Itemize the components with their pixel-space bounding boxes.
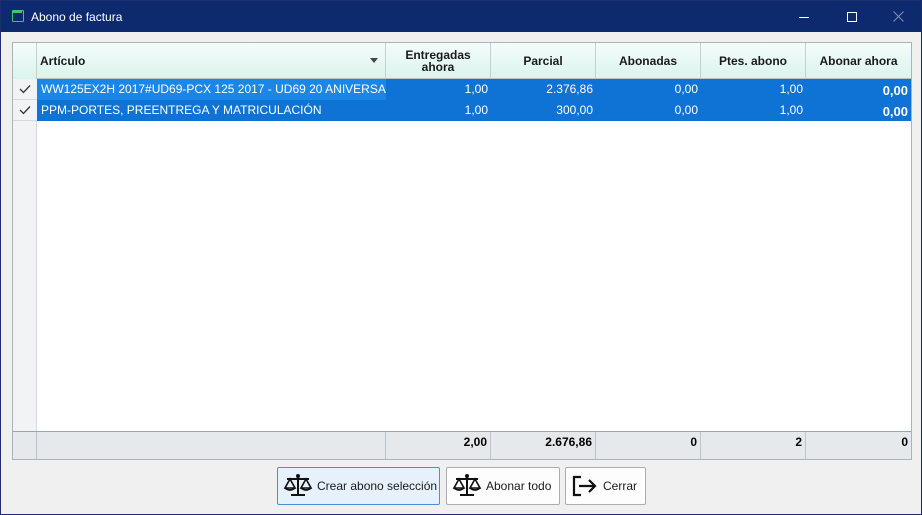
close-icon: [892, 11, 904, 22]
dialog-window: Abono de factura Artículo Entregadas aho…: [0, 0, 922, 515]
close-button[interactable]: [875, 1, 921, 32]
cell-entregadas[interactable]: 1,00: [386, 79, 491, 100]
crear-abono-seleccion-button[interactable]: Crear abono selección: [277, 467, 440, 505]
total-parcial: 2.676,86: [491, 432, 596, 459]
cell-ptes-abono[interactable]: 1,00: [701, 79, 806, 100]
col-header-articulo[interactable]: Artículo: [37, 43, 386, 79]
col-header-ptes-abono[interactable]: Ptes. abono: [701, 43, 806, 79]
total-articulo: [37, 432, 386, 459]
table-row[interactable]: WW125EX2H 2017#UD69-PCX 125 2017 - UD69 …: [13, 79, 911, 100]
total-ptes-abono: 2: [701, 432, 806, 459]
balance-scale-icon: [283, 474, 313, 496]
grid-totals-footer: 2,00 2.676,86 0 2 0: [13, 431, 911, 459]
total-abonadas: 0: [596, 432, 701, 459]
footer-corner: [13, 432, 37, 459]
col-header-entregadas[interactable]: Entregadas ahora: [386, 43, 491, 79]
balance-scale-icon: [452, 474, 482, 496]
col-header-parcial[interactable]: Parcial: [491, 43, 596, 79]
cell-parcial[interactable]: 2.376,86: [491, 79, 596, 100]
col-header-entregadas-line2: ahora: [421, 60, 455, 74]
cerrar-button[interactable]: Cerrar: [565, 467, 646, 505]
cell-abonar-ahora[interactable]: 0,00: [806, 100, 911, 121]
checkmark-icon: [19, 106, 31, 115]
title-bar[interactable]: Abono de factura: [1, 1, 921, 32]
col-header-abonadas[interactable]: Abonadas: [596, 43, 701, 79]
table-row[interactable]: PPM-PORTES, PREENTREGA Y MATRICULACIÓN 1…: [13, 100, 911, 121]
checkmark-icon: [19, 85, 31, 94]
cell-abonadas[interactable]: 0,00: [596, 79, 701, 100]
cell-entregadas[interactable]: 1,00: [386, 100, 491, 121]
col-header-abonar-ahora[interactable]: Abonar ahora: [806, 43, 911, 79]
row-check[interactable]: [13, 79, 37, 100]
cell-abonadas[interactable]: 0,00: [596, 100, 701, 121]
header-corner: [13, 43, 37, 79]
dropdown-arrow-icon[interactable]: [370, 58, 378, 63]
row-check[interactable]: [13, 100, 37, 121]
cell-ptes-abono[interactable]: 1,00: [701, 100, 806, 121]
minimize-button[interactable]: [781, 1, 827, 32]
crear-abono-seleccion-label: Crear abono selección: [317, 479, 438, 493]
abonar-todo-button[interactable]: Abonar todo: [446, 467, 560, 505]
invoice-lines-grid[interactable]: Artículo Entregadas ahora Parcial Abonad…: [12, 42, 912, 460]
window-app-icon: [12, 10, 24, 22]
cell-articulo[interactable]: WW125EX2H 2017#UD69-PCX 125 2017 - UD69 …: [37, 79, 386, 100]
abonar-todo-label: Abonar todo: [486, 479, 552, 493]
cerrar-label: Cerrar: [603, 479, 638, 493]
maximize-button[interactable]: [829, 1, 875, 32]
total-entregadas: 2,00: [386, 432, 491, 459]
window-title: Abono de factura: [31, 10, 123, 24]
minimize-icon: [799, 16, 809, 18]
cell-articulo[interactable]: PPM-PORTES, PREENTREGA Y MATRICULACIÓN: [37, 100, 386, 121]
cell-parcial[interactable]: 300,00: [491, 100, 596, 121]
maximize-icon: [847, 11, 857, 22]
cell-abonar-ahora[interactable]: 0,00: [806, 79, 911, 100]
grid-header: Artículo Entregadas ahora Parcial Abonad…: [13, 43, 911, 79]
col-header-articulo-label: Artículo: [40, 54, 86, 68]
exit-icon: [572, 475, 597, 497]
total-abonar-ahora: 0: [901, 435, 908, 449]
